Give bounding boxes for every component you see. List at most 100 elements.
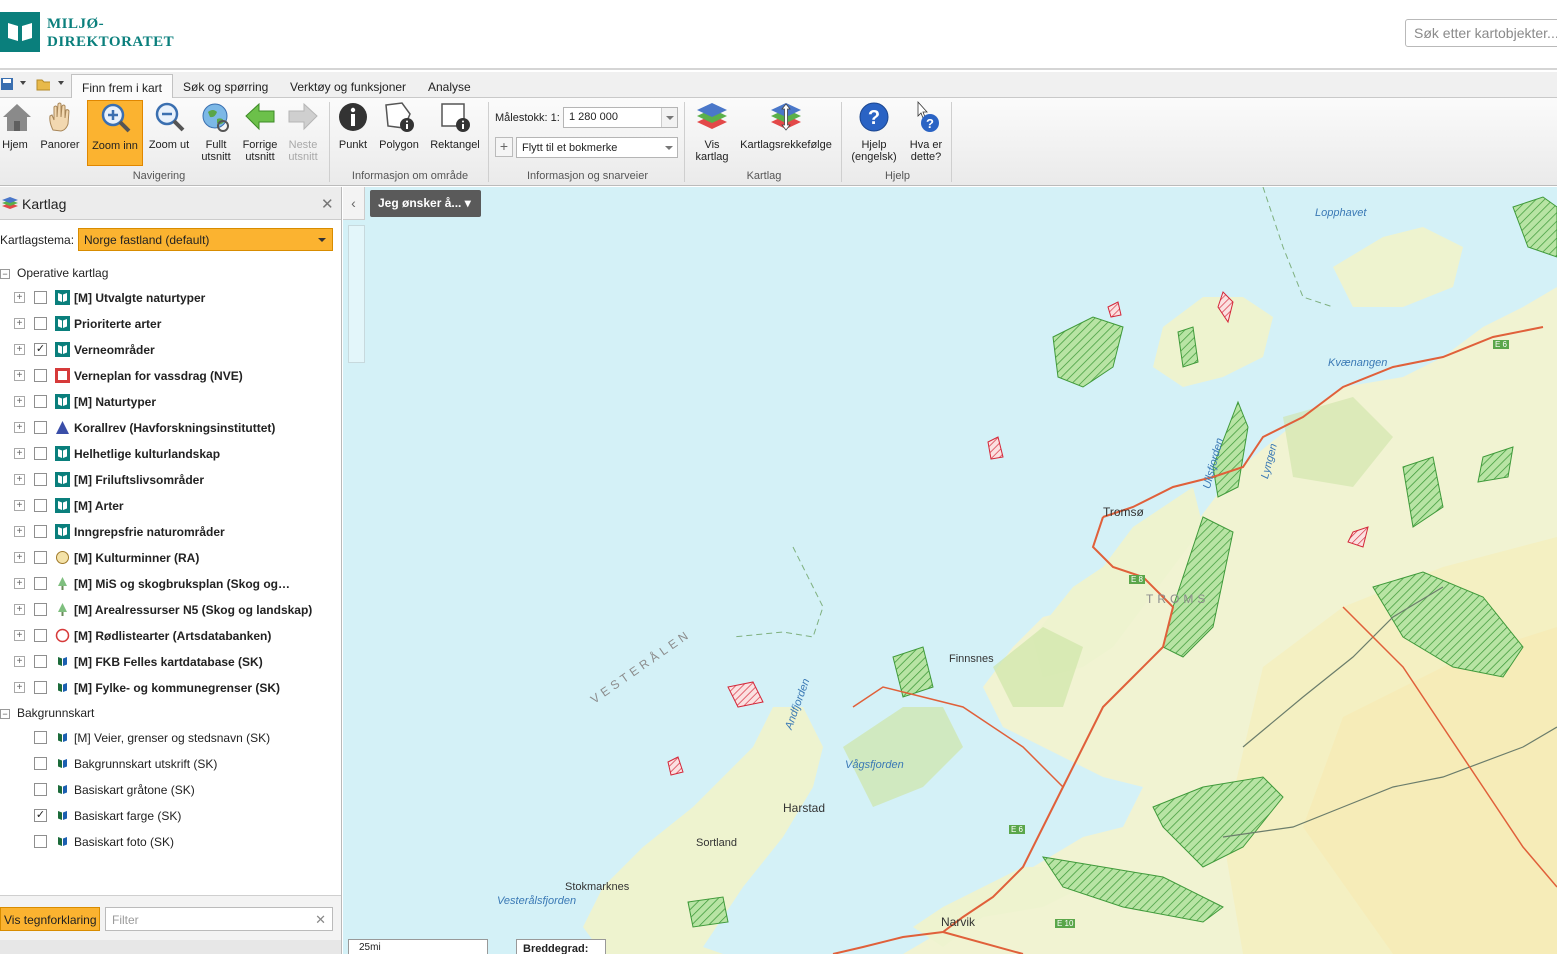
expand-icon[interactable]: +	[14, 292, 25, 303]
layer-row[interactable]: + [M] FKB Felles kartdatabase (SK)	[0, 651, 340, 673]
jeg-onsker-button[interactable]: Jeg ønsker å... ▾	[370, 190, 481, 217]
zoom-slider[interactable]	[348, 225, 365, 363]
expand-icon[interactable]: +	[14, 500, 25, 511]
miljodirektoratet-logo[interactable]	[0, 12, 40, 52]
layer-checkbox[interactable]	[34, 551, 47, 564]
expand-icon[interactable]: +	[14, 630, 25, 641]
layer-row[interactable]: Basiskart foto (SK)	[0, 831, 340, 853]
layer-filter-input[interactable]: Filter ✕	[105, 907, 333, 931]
previous-extent-button[interactable]: Forrige utsnitt	[238, 100, 282, 166]
show-layers-button[interactable]: Vis kartlag	[691, 100, 733, 166]
save-dropdown-icon[interactable]	[20, 81, 26, 85]
layer-row[interactable]: + ✓ Verneområder	[0, 339, 340, 361]
scale-dropdown-icon[interactable]	[661, 108, 677, 127]
layer-row[interactable]: Bakgrunnskart utskrift (SK)	[0, 753, 340, 775]
layer-checkbox[interactable]	[34, 731, 47, 744]
layer-checkbox[interactable]	[34, 577, 47, 590]
layer-row[interactable]: + [M] Arter	[0, 495, 340, 517]
layer-row[interactable]: + [M] Rødlistearter (Artsdatabanken)	[0, 625, 340, 647]
layer-checkbox[interactable]	[34, 291, 47, 304]
collapse-panel-button[interactable]: ‹	[343, 187, 365, 220]
expand-icon[interactable]: +	[14, 656, 25, 667]
layer-checkbox[interactable]	[34, 473, 47, 486]
zoom-out-button[interactable]: Zoom ut	[146, 100, 192, 166]
tab-finn-frem-i-kart[interactable]: Finn frem i kart	[71, 74, 174, 98]
layer-row[interactable]: + Prioriterte arter	[0, 313, 340, 335]
layer-checkbox[interactable]	[34, 629, 47, 642]
help-english-button[interactable]: ? Hjelp (engelsk)	[848, 100, 900, 166]
layer-row[interactable]: + [M] Arealressurser N5 (Skog og landskap…	[0, 599, 340, 621]
zoom-in-button[interactable]: Zoom inn	[87, 100, 143, 166]
layer-row[interactable]: + Korallrev (Havforskningsinstituttet)	[0, 417, 340, 439]
whats-this-button[interactable]: ? Hva er dette?	[904, 100, 948, 166]
layer-checkbox[interactable]	[34, 655, 47, 668]
layer-row[interactable]: + [M] MiS og skogbruksplan (Skog og…	[0, 573, 340, 595]
layer-checkbox[interactable]	[34, 525, 47, 538]
layer-row[interactable]: + [M] Friluftslivsområder	[0, 469, 340, 491]
expand-icon[interactable]: +	[14, 552, 25, 563]
layer-row[interactable]: + Verneplan for vassdrag (NVE)	[0, 365, 340, 387]
label-harstad: Harstad	[783, 801, 826, 815]
layer-checkbox[interactable]	[34, 421, 47, 434]
tema-select[interactable]: Norge fastland (default)	[78, 228, 333, 251]
expand-icon[interactable]: +	[14, 474, 25, 485]
clear-filter-icon[interactable]: ✕	[315, 912, 326, 928]
scale-select[interactable]: 1 280 000	[563, 107, 678, 128]
layer-checkbox[interactable]	[34, 369, 47, 382]
layer-order-button[interactable]: Kartlagsrekkefølge	[739, 100, 833, 166]
bookmark-dropdown-icon[interactable]	[661, 138, 677, 157]
expand-icon[interactable]: +	[14, 396, 25, 407]
collapse-icon[interactable]: −	[0, 709, 10, 719]
full-extent-button[interactable]: Fullt utsnitt	[196, 100, 236, 166]
layer-row[interactable]: + [M] Fylke- og kommunegrenser (SK)	[0, 677, 340, 699]
layer-checkbox[interactable]	[34, 317, 47, 330]
expand-icon[interactable]: +	[14, 526, 25, 537]
layer-checkbox[interactable]: ✓	[34, 809, 47, 822]
layer-checkbox[interactable]	[34, 783, 47, 796]
expand-icon[interactable]: +	[14, 422, 25, 433]
layer-row[interactable]: + [M] Naturtyper	[0, 391, 340, 413]
save-icon[interactable]	[0, 77, 14, 91]
layer-checkbox[interactable]: ✓	[34, 343, 47, 356]
expand-icon[interactable]: +	[14, 578, 25, 589]
layer-checkbox[interactable]	[34, 757, 47, 770]
close-panel-icon[interactable]: ✕	[321, 195, 334, 213]
layer-row[interactable]: Basiskart gråtone (SK)	[0, 779, 340, 801]
layer-checkbox[interactable]	[34, 835, 47, 848]
show-legend-button[interactable]: Vis tegnforklaring	[0, 907, 100, 931]
collapse-icon[interactable]: −	[0, 269, 10, 279]
map-object-search-input[interactable]: Søk etter kartobjekter...	[1405, 19, 1557, 47]
layer-name: [M] Utvalgte naturtyper	[74, 291, 206, 305]
layer-row[interactable]: + [M] Kulturminner (RA)	[0, 547, 340, 569]
expand-icon[interactable]: +	[14, 318, 25, 329]
info-rectangle-button[interactable]: Rektangel	[428, 100, 482, 166]
next-extent-button[interactable]: Neste utsnitt	[283, 100, 323, 166]
tab-sok-og-sporring[interactable]: Søk og spørring	[173, 74, 278, 98]
layer-checkbox[interactable]	[34, 447, 47, 460]
map-view[interactable]: ‹ Jeg ønsker å... ▾ Lopphavet Kvænangen …	[343, 187, 1557, 954]
layer-checkbox[interactable]	[34, 499, 47, 512]
expand-icon[interactable]: +	[14, 448, 25, 459]
info-polygon-button[interactable]: Polygon	[376, 100, 422, 166]
expand-icon[interactable]: +	[14, 370, 25, 381]
expand-icon[interactable]: +	[14, 344, 25, 355]
tab-verktoy-og-funksjoner[interactable]: Verktøy og funksjoner	[280, 74, 416, 98]
open-folder-icon[interactable]	[36, 77, 50, 91]
layer-row[interactable]: + [M] Utvalgte naturtyper	[0, 287, 340, 309]
layer-checkbox[interactable]	[34, 681, 47, 694]
layer-row[interactable]: + Helhetlige kulturlandskap	[0, 443, 340, 465]
info-point-button[interactable]: Punkt	[335, 100, 371, 166]
layer-checkbox[interactable]	[34, 395, 47, 408]
tab-analyse[interactable]: Analyse	[418, 74, 481, 98]
expand-icon[interactable]: +	[14, 682, 25, 693]
layer-row[interactable]: + Inngrepsfrie naturområder	[0, 521, 340, 543]
layer-checkbox[interactable]	[34, 603, 47, 616]
add-bookmark-button[interactable]: +	[495, 137, 513, 157]
expand-icon[interactable]: +	[14, 604, 25, 615]
layer-row[interactable]: ✓ Basiskart farge (SK)	[0, 805, 340, 827]
pan-button[interactable]: Panorer	[37, 100, 83, 166]
open-dropdown-icon[interactable]	[58, 81, 64, 85]
bookmark-select[interactable]: Flytt til et bokmerke	[516, 137, 678, 158]
home-button[interactable]: Hjem	[0, 100, 31, 166]
layer-row[interactable]: [M] Veier, grenser og stedsnavn (SK)	[0, 727, 340, 749]
